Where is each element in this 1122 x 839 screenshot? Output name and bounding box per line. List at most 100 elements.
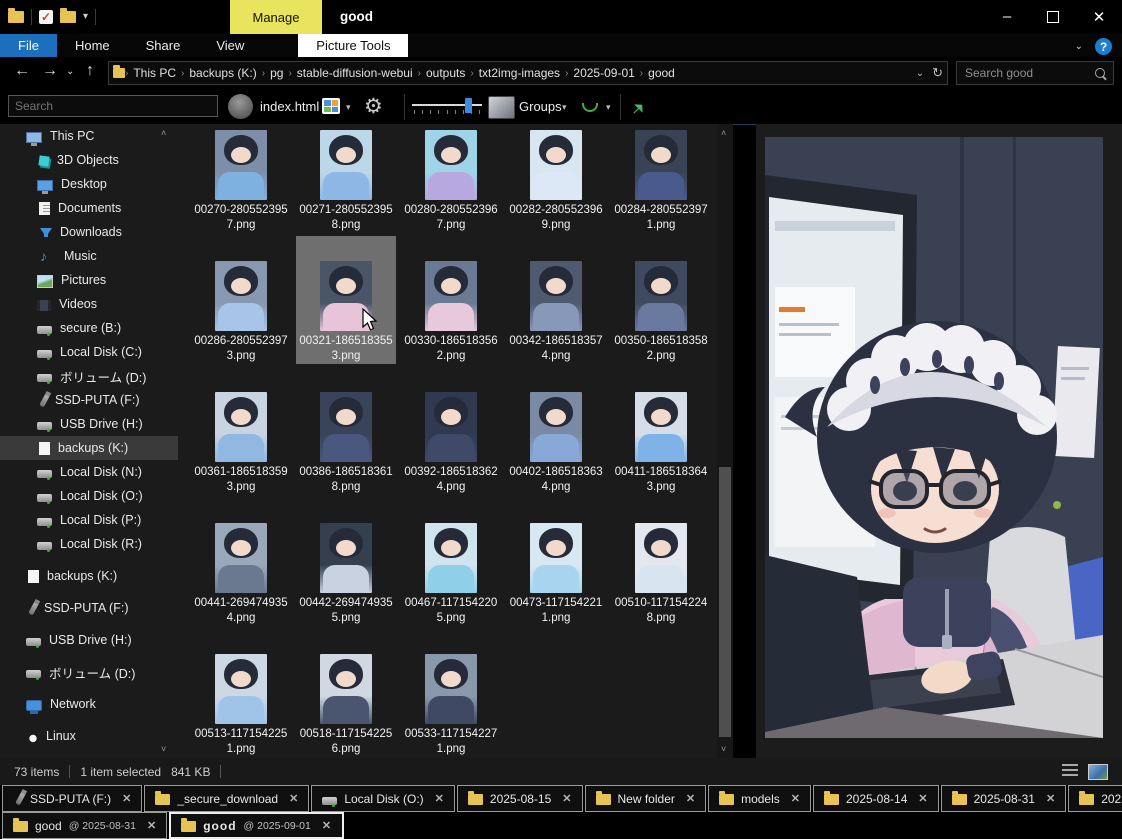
sidebar-item-pictures[interactable]: Pictures [0,268,178,292]
file-item[interactable]: 00350-1865183582.png [611,236,711,364]
shield-icon[interactable] [228,94,253,119]
zoom-slider[interactable] [412,98,482,116]
preview-image[interactable] [765,137,1103,738]
up-button[interactable]: ↑ [86,62,94,80]
file-item[interactable]: 00321-1865183553.png [296,236,396,364]
breadcrumb-item[interactable]: txt2img-images [474,66,565,80]
sidebar-item-linux[interactable]: Linux [0,724,178,748]
sidebar-scrollbar[interactable]: ˄ ˅ [158,124,174,758]
file-item[interactable]: 00467-1171542205.png [401,498,501,626]
close-icon[interactable]: ✕ [435,792,444,805]
minimize-button[interactable]: – [984,0,1030,33]
file-item[interactable]: 00342-1865183574.png [506,236,606,364]
sidebar-item-videos[interactable]: Videos [0,292,178,316]
file-item[interactable]: 00386-1865183618.png [296,367,396,495]
ribbon-tab-home[interactable]: Home [57,34,128,57]
close-icon[interactable]: ✕ [918,792,927,805]
sidebar-item-secure-b-[interactable]: secure (B:) [0,316,178,340]
folder-tab-2025-08-15[interactable]: 2025-08-15✕ [457,785,583,812]
folder-icon[interactable] [8,11,24,23]
ribbon-tab-picture-tools[interactable]: Picture Tools [298,34,408,57]
search-box[interactable]: Search good [956,61,1114,85]
breadcrumb-item[interactable]: outputs [421,66,470,80]
sidebar-item--d-[interactable]: ボリューム (D:) [0,660,178,684]
sidebar-item-local-disk-n-[interactable]: Local Disk (N:) [0,460,178,484]
sidebar-item-ssd-puta-f-[interactable]: SSD-PUTA (F:) [0,388,178,412]
chevron-down-icon[interactable]: ▾ [346,102,351,113]
file-item[interactable]: 00442-2694749355.png [296,498,396,626]
filter-search-input[interactable] [8,95,218,117]
breadcrumb-item[interactable]: pg [265,66,288,80]
photo-icon[interactable] [488,96,515,119]
breadcrumb-item[interactable]: good [643,66,680,80]
slider-thumb[interactable] [465,98,472,113]
ribbon-tab-view[interactable]: View [198,34,262,57]
sidebar-item-usb-drive-h-[interactable]: USB Drive (H:) [0,412,178,436]
sidebar-item-this-pc[interactable]: This PC [0,124,178,148]
close-button[interactable]: ✕ [1076,0,1122,33]
ribbon-collapse-icon[interactable]: ⌄ [1075,42,1083,52]
folder-tab-models[interactable]: models✕ [708,785,811,812]
sidebar-item-ssd-puta-f-[interactable]: SSD-PUTA (F:) [0,596,178,620]
folder-tab-ssd-puta-f-[interactable]: SSD-PUTA (F:)✕ [2,785,142,812]
scroll-down-icon[interactable]: ˅ [721,744,726,754]
close-icon[interactable]: ✕ [289,792,298,805]
file-item[interactable]: 00330-1865183562.png [401,236,501,364]
file-item[interactable]: 00280-2805523967.png [401,124,501,233]
chevron-down-icon[interactable]: ▾ [606,102,611,113]
chevron-down-icon[interactable]: ▾ [562,102,567,113]
folder-icon[interactable] [60,11,76,23]
close-icon[interactable]: ✕ [322,819,332,832]
refresh-icon[interactable]: ↻ [932,65,943,81]
file-item[interactable]: 00441-2694749354.png [191,498,291,626]
forward-button[interactable]: → [42,62,58,80]
scroll-down-icon[interactable]: ˅ [161,744,166,754]
close-icon[interactable]: ✕ [147,819,156,832]
folder-tab-good[interactable]: good@ 2025-08-31✕ [2,812,167,839]
breadcrumb-item[interactable]: 2025-09-01 [568,66,639,80]
scroll-up-icon[interactable]: ˄ [721,128,726,138]
scrollbar-thumb[interactable] [719,467,731,737]
breadcrumb-item[interactable]: stable-diffusion-webui [292,66,418,80]
sidebar-item-local-disk-c-[interactable]: Local Disk (C:) [0,340,178,364]
file-item[interactable]: 00271-2805523958.png [296,124,396,233]
folder-tab-new-folder[interactable]: New folder✕ [585,785,707,812]
file-pane-scrollbar[interactable]: ˄ ˅ [717,124,733,758]
file-item[interactable]: 00284-2805523971.png [611,124,711,233]
file-item[interactable]: 00392-1865183624.png [401,367,501,495]
sidebar-item--d-[interactable]: ボリューム (D:) [0,364,178,388]
breadcrumb-bar[interactable]: ›This PC›backups (K:)›pg›stable-diffusio… [108,61,948,85]
file-item[interactable]: 00411-1865183643.png [611,367,711,495]
groups-button[interactable]: Groups [519,99,562,114]
folder-tab-2025-08-31[interactable]: 2025-08-31✕ [941,785,1067,812]
address-dropdown-icon[interactable]: ⌄ [916,68,924,79]
sidebar-item-network[interactable]: Network [0,692,178,716]
maximize-button[interactable] [1030,0,1076,33]
ribbon-tab-share[interactable]: Share [128,34,199,57]
close-icon[interactable]: ✕ [791,792,800,805]
help-icon[interactable]: ? [1095,38,1112,55]
sidebar-item-documents[interactable]: Documents [0,196,178,220]
sidebar-item-usb-drive-h-[interactable]: USB Drive (H:) [0,628,178,652]
file-item[interactable]: 00513-1171542251.png [191,629,291,757]
search-icon[interactable] [1095,68,1105,78]
breadcrumb-item[interactable]: This PC [128,66,181,80]
back-button[interactable]: ← [14,62,30,80]
gear-icon[interactable]: ⚙ [364,94,383,119]
file-item[interactable]: 00510-1171542248.png [611,498,711,626]
folder-tab-local-disk-o-[interactable]: Local Disk (O:)✕ [311,785,455,812]
file-item[interactable]: 00473-1171542211.png [506,498,606,626]
checkbox-icon[interactable]: ✓ [39,10,53,24]
manage-contextual-header[interactable]: Manage [230,0,322,34]
file-item[interactable]: 00518-1171542256.png [296,629,396,757]
sidebar-item-local-disk-o-[interactable]: Local Disk (O:) [0,484,178,508]
close-icon[interactable]: ✕ [122,792,131,805]
details-view-icon[interactable] [1062,764,1078,778]
file-item[interactable]: 00286-2805523973.png [191,236,291,364]
sidebar-item-local-disk-p-[interactable]: Local Disk (P:) [0,508,178,532]
layout-grid-icon[interactable] [322,98,340,114]
close-icon[interactable]: ✕ [686,792,695,805]
folder-tab--secure-download[interactable]: _secure_download✕ [144,785,309,812]
sidebar-item-3d-objects[interactable]: 3D Objects [0,148,178,172]
ribbon-tab-file[interactable]: File [0,34,57,57]
